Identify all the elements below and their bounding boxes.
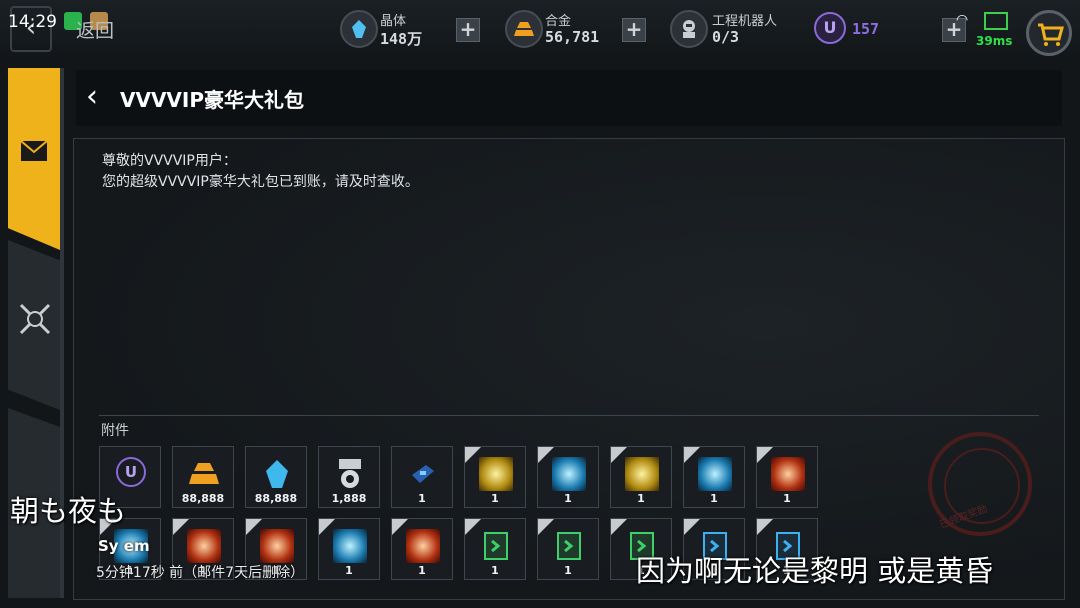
module-green-icon — [479, 529, 513, 563]
attachment-qty: 1,888 — [331, 492, 367, 505]
mail-title: VVVVIP豪华大礼包 — [120, 88, 305, 112]
blueprint-blue-icon — [698, 457, 732, 491]
attachment-qty: 1 — [564, 492, 572, 505]
attachments-label: 附件 — [101, 423, 129, 439]
alloy-icon — [505, 10, 543, 48]
chevron-left-icon: ‹ — [86, 79, 98, 114]
blueprint-blue-icon — [333, 529, 367, 563]
blueprint-red-icon — [260, 529, 294, 563]
crystal-icon — [260, 457, 294, 491]
alloy-icon — [187, 457, 221, 491]
attachment-qty: 1 — [345, 564, 353, 577]
resource-value: 157 — [852, 20, 880, 38]
crossed-swords-icon — [19, 303, 51, 335]
attachment-item[interactable]: 88,888 — [245, 446, 307, 508]
attachment-item[interactable]: 1,888 — [318, 446, 380, 508]
cart-icon — [1038, 23, 1064, 46]
add-crystal-button[interactable]: + — [456, 18, 480, 42]
attachment-item[interactable]: 1 — [464, 446, 526, 508]
mail-body: 您的超级VVVVIP豪华大礼包已到账，请及时查收。 — [102, 174, 419, 190]
u-coin-icon: U — [814, 12, 846, 44]
resource-name: 晶体 — [380, 14, 407, 29]
attachment-qty: 88,888 — [181, 492, 225, 505]
attachment-item[interactable]: 1 — [610, 446, 672, 508]
module-green-icon — [552, 529, 586, 563]
crystal-icon — [340, 10, 378, 48]
mail-back-button[interactable]: ‹ — [86, 82, 98, 112]
tab-battle[interactable] — [8, 240, 60, 410]
blueprint-yellow-icon — [625, 457, 659, 491]
chip-icon — [406, 457, 440, 491]
subtitle-left: 朝も夜も — [10, 494, 127, 528]
blueprint-red-icon — [187, 529, 221, 563]
attachment-item[interactable]: 1 — [391, 446, 453, 508]
medal-icon — [333, 457, 367, 491]
blueprint-red-icon — [406, 529, 440, 563]
attachment-item[interactable]: 1 — [318, 518, 380, 580]
attachment-item[interactable]: 1 — [391, 518, 453, 580]
attachment-item[interactable]: 1 — [537, 518, 599, 580]
tab-mail[interactable] — [8, 68, 60, 250]
attachment-qty: 1 — [783, 492, 791, 505]
mail-sender: Sy em — [98, 537, 150, 555]
attachment-divider — [99, 415, 1039, 416]
subtitle-right: 因为啊无论是黎明 或是黄昏 — [636, 554, 994, 588]
attachment-qty: 1 — [637, 492, 645, 505]
shop-button[interactable] — [1026, 10, 1072, 56]
attachment-item[interactable]: 1 — [537, 446, 599, 508]
status-time: 14:29 — [8, 12, 57, 32]
attachment-item[interactable]: 1 — [683, 446, 745, 508]
attachment-qty: 88,888 — [254, 492, 298, 505]
blueprint-yellow-icon — [479, 457, 513, 491]
robot-icon — [670, 10, 708, 48]
resource-name: 合金 — [545, 14, 572, 29]
ping-value: 39ms — [976, 34, 1013, 48]
battery-icon — [984, 12, 1008, 30]
attachment-qty: 1 — [710, 492, 718, 505]
resource-value: 56,781 — [545, 28, 600, 46]
mail-icon — [20, 140, 48, 161]
attachment-qty: 1 — [491, 564, 499, 577]
attachment-item[interactable]: 1 — [464, 518, 526, 580]
resource-name: 工程机器人 — [712, 14, 778, 29]
mail-time-info: 5分钟17秒 前（邮件7天后删除） — [96, 565, 305, 581]
attachment-qty: 1 — [418, 564, 426, 577]
attachment-item[interactable]: 88,888 — [172, 446, 234, 508]
attachment-qty: 1 — [491, 492, 499, 505]
attachment-qty: 1 — [418, 492, 426, 505]
blueprint-red-icon — [771, 457, 805, 491]
attachment-item[interactable]: 1 — [756, 446, 818, 508]
claimed-stamp: 已领取奖励 — [928, 432, 1032, 536]
add-alloy-button[interactable]: + — [622, 18, 646, 42]
wifi-icon: ◠ — [956, 12, 969, 28]
resource-value: 148万 — [380, 30, 423, 48]
mail-greeting: 尊敬的VVVVIP用户： — [102, 153, 237, 169]
blueprint-blue-icon — [552, 457, 586, 491]
back-label[interactable]: 返回 — [76, 16, 114, 43]
resource-value: 0/3 — [712, 28, 740, 46]
attachment-qty: 1 — [564, 564, 572, 577]
u-coin-icon: U — [116, 457, 146, 487]
